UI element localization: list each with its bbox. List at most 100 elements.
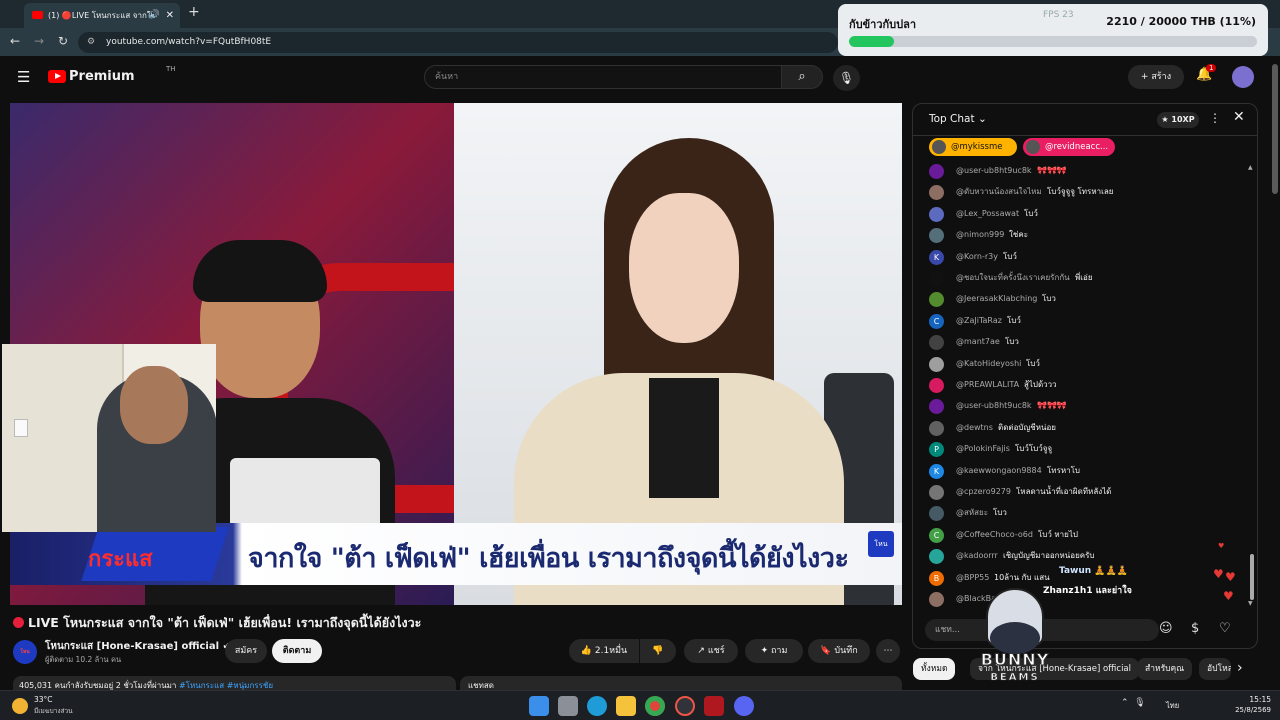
notifications-button[interactable]: 🔔 1 bbox=[1196, 64, 1217, 82]
description-box[interactable]: 405,031 คนกำลังรับชมอยู่ 2 ชั่วโมงที่ผ่า… bbox=[13, 676, 456, 690]
chat-author-name[interactable]: @ชอบใจนะที่ครั้งนึงเราเคยรักกัน bbox=[956, 269, 1070, 287]
ask-button[interactable]: ✦ ถาม bbox=[745, 639, 803, 663]
chat-author-name[interactable]: @kadoorrr bbox=[956, 547, 998, 565]
chat-author-avatar[interactable] bbox=[929, 506, 944, 522]
page-scrollbar[interactable] bbox=[1270, 56, 1280, 690]
chat-scrollbar[interactable]: ▲ ▼ bbox=[1248, 164, 1254, 607]
scroll-down-icon[interactable]: ▼ bbox=[1248, 600, 1253, 607]
search-input[interactable]: ค้นหา bbox=[424, 65, 782, 89]
close-chat-icon[interactable]: ✕ bbox=[1233, 109, 1245, 125]
account-avatar[interactable] bbox=[1232, 66, 1254, 88]
join-button[interactable]: สมัคร bbox=[225, 639, 267, 663]
chat-author-name[interactable]: @kaewwongaon9884 bbox=[956, 462, 1042, 480]
chat-author-avatar[interactable] bbox=[929, 164, 944, 179]
chat-author-name[interactable]: @JeerasakKlabching bbox=[956, 290, 1037, 308]
chat-author-avatar[interactable] bbox=[929, 420, 944, 436]
scroll-up-icon[interactable]: ▲ bbox=[1248, 164, 1253, 171]
obs-icon[interactable] bbox=[675, 696, 695, 716]
speaker-icon[interactable]: 🔊 bbox=[149, 3, 160, 28]
chat-menu-icon[interactable]: ⋮ bbox=[1209, 111, 1221, 125]
chat-author-name[interactable]: @PolokinFajis bbox=[956, 440, 1010, 458]
system-tray[interactable]: ⌃ 🎙 bbox=[1121, 698, 1146, 708]
url-field[interactable]: ⚙ youtube.com/watch?v=FQutBfH08tE bbox=[78, 32, 838, 53]
chat-author-avatar[interactable]: C bbox=[929, 313, 944, 329]
chat-author-name[interactable]: @nimon999 bbox=[956, 226, 1004, 244]
voice-search-button[interactable]: 🎙 bbox=[833, 65, 860, 91]
more-actions-button[interactable]: ⋯ bbox=[876, 639, 900, 663]
chip-uploads[interactable]: อัปโหลด bbox=[1199, 658, 1231, 680]
chat-author-avatar[interactable] bbox=[929, 356, 944, 372]
chat-author-name[interactable]: @KatoHideyoshi bbox=[956, 355, 1021, 373]
dislike-button[interactable]: 👎 bbox=[640, 639, 676, 663]
channel-name[interactable]: โหนกระแส [Hone-Krasae] official ✔ bbox=[45, 639, 231, 654]
chrome-icon[interactable] bbox=[645, 696, 665, 716]
chat-author-avatar[interactable] bbox=[929, 592, 944, 607]
chat-author-name[interactable]: @PREAWLALITA bbox=[956, 376, 1019, 394]
chat-scroll-thumb[interactable] bbox=[1250, 554, 1254, 600]
back-icon[interactable]: ← bbox=[10, 34, 20, 48]
chat-author-avatar[interactable]: C bbox=[929, 527, 944, 543]
new-tab-icon[interactable]: + bbox=[188, 4, 200, 20]
chat-author-name[interactable]: @CoffeeChoco-o6d bbox=[956, 526, 1033, 544]
chat-author-name[interactable]: @สหัสยะ bbox=[956, 504, 988, 522]
chat-mode-selector[interactable]: Top Chat ⌄ bbox=[929, 113, 987, 125]
search-button[interactable]: ⌕ bbox=[781, 65, 823, 89]
chip-all[interactable]: ทั้งหมด bbox=[913, 658, 956, 680]
chat-author-name[interactable]: @cpzero9279 bbox=[956, 483, 1011, 501]
chat-author-avatar[interactable] bbox=[929, 399, 944, 415]
chat-author-name[interactable]: @dewtns bbox=[956, 419, 993, 437]
emoji-icon[interactable]: ☺ bbox=[1159, 621, 1173, 636]
chip-for-you[interactable]: สำหรับคุณ bbox=[1137, 658, 1193, 680]
chat-author-avatar[interactable]: K bbox=[929, 249, 944, 265]
forward-icon[interactable]: → bbox=[34, 34, 44, 48]
chevron-right-icon[interactable]: › bbox=[1237, 660, 1243, 676]
chat-author-avatar[interactable] bbox=[929, 228, 944, 244]
chat-author-avatar[interactable]: K bbox=[929, 463, 944, 479]
app-icon[interactable] bbox=[704, 696, 724, 716]
chat-author-avatar[interactable] bbox=[929, 206, 944, 222]
clock-time[interactable]: 15:15 bbox=[1231, 695, 1271, 704]
create-button[interactable]: + สร้าง bbox=[1128, 65, 1184, 89]
chat-author-avatar[interactable] bbox=[929, 271, 944, 286]
chat-author-name[interactable]: @Korn-r3y bbox=[956, 248, 998, 266]
save-button[interactable]: 🔖 บันทึก bbox=[808, 639, 870, 663]
site-info-icon[interactable]: ⚙ bbox=[87, 32, 95, 53]
chat-author-avatar[interactable] bbox=[929, 292, 944, 308]
chat-author-avatar[interactable] bbox=[929, 378, 944, 393]
chevron-up-icon[interactable]: ⌃ bbox=[1121, 698, 1129, 708]
hashtags[interactable]: #โหนกระแส #หนุ่มกรรชัย bbox=[179, 681, 273, 690]
chat-author-name[interactable]: @user-ub8ht9uc8k bbox=[956, 397, 1032, 415]
input-language[interactable]: ไทย bbox=[1166, 700, 1179, 712]
chat-author-avatar[interactable] bbox=[929, 185, 944, 201]
super-chat-icon[interactable]: $ bbox=[1191, 621, 1199, 636]
chat-author-name[interactable]: @user-ub8ht9uc8k bbox=[956, 162, 1032, 180]
share-button[interactable]: ↗ แชร์ bbox=[684, 639, 738, 663]
chat-author-name[interactable]: @Lex_Possawat bbox=[956, 205, 1019, 223]
chat-author-avatar[interactable] bbox=[929, 485, 944, 500]
edge-icon[interactable] bbox=[587, 696, 607, 716]
chat-author-name[interactable]: @mant7ae bbox=[956, 333, 1000, 351]
like-button[interactable]: 👍 2.1หมื่น bbox=[569, 639, 639, 663]
browser-tab[interactable]: (1) 🔴LIVE โหนกระแส จากใจ 🔊 ✕ bbox=[24, 3, 180, 28]
mic-tray-icon[interactable]: 🎙 bbox=[1134, 698, 1145, 708]
chat-author-avatar[interactable]: P bbox=[929, 442, 944, 458]
chat-author-name[interactable]: @BPP55 bbox=[956, 569, 989, 587]
chat-author-name[interactable]: @ZaJiTaRaz bbox=[956, 312, 1002, 330]
task-view-icon[interactable] bbox=[558, 696, 578, 716]
super-chat-ticker[interactable]: @mykissme bbox=[929, 138, 1017, 156]
weather-icon[interactable] bbox=[12, 698, 28, 714]
clock-date[interactable]: 25/8/2569 bbox=[1221, 706, 1271, 714]
close-tab-icon[interactable]: ✕ bbox=[166, 3, 174, 28]
chat-author-name[interactable]: @ดับหวานน้องสนใจไหม bbox=[956, 183, 1042, 201]
reload-icon[interactable]: ↻ bbox=[58, 34, 68, 48]
hamburger-menu-icon[interactable]: ☰ bbox=[17, 68, 30, 86]
xp-badge[interactable]: ★ 10XP bbox=[1157, 112, 1199, 128]
chat-author-avatar[interactable]: B bbox=[929, 570, 944, 586]
chat-author-avatar[interactable] bbox=[929, 549, 944, 565]
subscribe-button[interactable]: ติดตาม bbox=[272, 639, 322, 663]
channel-avatar[interactable]: โหน bbox=[13, 640, 37, 664]
heart-react-icon[interactable]: ♡ bbox=[1219, 621, 1231, 636]
chat-author-avatar[interactable] bbox=[929, 335, 944, 351]
start-icon[interactable] bbox=[529, 696, 549, 716]
page-scroll-thumb[interactable] bbox=[1272, 64, 1278, 194]
